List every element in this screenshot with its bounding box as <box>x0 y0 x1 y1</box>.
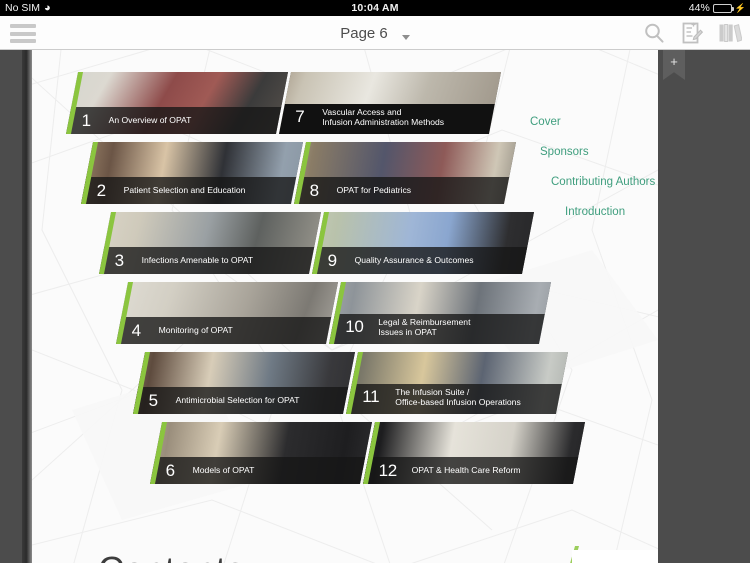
front-matter-link-introduction[interactable]: Introduction <box>565 206 625 218</box>
chapter-caption: 1 An Overview of OPAT <box>69 107 279 134</box>
chapter-title: Infections Amenable to OPAT <box>141 255 254 266</box>
page-indicator[interactable]: Page 6 <box>0 16 750 50</box>
chapter-number: 11 <box>362 387 380 406</box>
ios-status-bar: No SIM ◕ 10:04 AM 44% ⚡ <box>0 0 750 16</box>
sponsor-strip: Sponsored by Allergan <box>452 546 658 563</box>
chapter-tile-4[interactable]: 4 Monitoring of OPAT <box>115 282 339 344</box>
chapter-number: 12 <box>378 460 397 480</box>
notes-icon[interactable] <box>680 21 704 45</box>
chapter-tile-3[interactable]: 3 Infections Amenable to OPAT <box>98 212 322 274</box>
chapter-tile-grid: 1 An Overview of OPAT 7 Vascular Access … <box>32 50 658 563</box>
chapter-title: Patient Selection and Education <box>123 185 246 196</box>
chapter-tile-1[interactable]: 1 An Overview of OPAT <box>65 72 289 134</box>
chapter-title: OPAT for Pediatrics <box>336 185 412 196</box>
chapter-title: OPAT & Health Care Reform <box>411 465 521 476</box>
book-page: 1 An Overview of OPAT 7 Vascular Access … <box>32 50 658 563</box>
chapter-number: 8 <box>309 180 319 200</box>
front-matter-link-sponsors[interactable]: Sponsors <box>540 146 589 158</box>
chapter-tile-10[interactable]: 10 Legal & Reimbursement Issues in OPAT <box>328 282 552 344</box>
search-icon[interactable] <box>642 21 666 45</box>
chapter-number: 3 <box>114 250 124 270</box>
chapter-number: 6 <box>165 460 175 480</box>
chapter-tile-12[interactable]: 12 OPAT & Health Care Reform <box>362 422 586 484</box>
chapter-number: 4 <box>131 320 141 340</box>
page-spine-gutter <box>22 50 32 563</box>
toolbar-actions <box>642 16 742 50</box>
bookmark-add-icon[interactable]: + <box>663 50 685 80</box>
chapter-title: Models of OPAT <box>192 465 255 476</box>
chapter-tile-11[interactable]: 11 The Infusion Suite / Office-based Inf… <box>345 352 569 414</box>
chapter-caption: 4 Monitoring of OPAT <box>119 317 329 344</box>
chapter-caption: 9 Quality Assurance & Outcomes <box>315 247 525 274</box>
chapter-title: Vascular Access and Infusion Administrat… <box>322 106 445 128</box>
chapter-title: An Overview of OPAT <box>108 115 192 126</box>
reader-viewport: + 1 An Overview of OPAT 7 Vascular Acces… <box>0 50 750 563</box>
front-matter-link-cover[interactable]: Cover <box>530 116 561 128</box>
chapter-caption: 5 Antimicrobial Selection for OPAT <box>136 387 346 414</box>
front-matter-link-authors[interactable]: Contributing Authors <box>551 176 655 188</box>
chapter-caption: 6 Models of OPAT <box>153 457 363 484</box>
chapter-caption: 11 The Infusion Suite / Office-based Inf… <box>349 382 559 412</box>
status-right-group: 44% ⚡ <box>689 0 746 16</box>
chevron-down-icon <box>401 34 410 40</box>
page-label: Page 6 <box>340 24 388 42</box>
chapter-tile-2[interactable]: 2 Patient Selection and Education <box>80 142 304 204</box>
chapter-number: 7 <box>295 107 305 126</box>
chapter-tile-5[interactable]: 5 Antimicrobial Selection for OPAT <box>132 352 356 414</box>
battery-icon <box>712 3 734 13</box>
chapter-title: Monitoring of OPAT <box>158 325 233 336</box>
chapter-number: 5 <box>148 390 158 410</box>
chapter-caption: 8 OPAT for Pediatrics <box>297 177 507 204</box>
chapter-number: 10 <box>345 317 364 336</box>
bookmark-plus-glyph: + <box>670 54 678 69</box>
sponsor-logo-plate: Allergan The Medicines Company <box>572 550 658 563</box>
charging-bolt-icon: ⚡ <box>734 3 746 13</box>
library-icon[interactable] <box>718 21 742 45</box>
chapter-tile-6[interactable]: 6 Models of OPAT <box>149 422 373 484</box>
battery-percent-label: 44% <box>688 2 710 14</box>
chapter-title: Quality Assurance & Outcomes <box>354 255 474 266</box>
chapter-caption: 2 Patient Selection and Education <box>84 177 294 204</box>
chapter-tile-9[interactable]: 9 Quality Assurance & Outcomes <box>311 212 535 274</box>
app-toolbar: Page 6 <box>0 16 750 50</box>
chapter-title: Antimicrobial Selection for OPAT <box>175 395 300 406</box>
page-title: Contents <box>98 549 245 563</box>
chapter-tile-7[interactable]: 7 Vascular Access and Infusion Administr… <box>278 72 502 134</box>
chapter-number: 9 <box>327 250 337 270</box>
chapter-caption: 12 OPAT & Health Care Reform <box>366 457 576 484</box>
chapter-title: Legal & Reimbursement Issues in OPAT <box>378 316 471 338</box>
chapter-tile-8[interactable]: 8 OPAT for Pediatrics <box>293 142 517 204</box>
status-clock: 10:04 AM <box>351 2 399 14</box>
chapter-caption: 3 Infections Amenable to OPAT <box>102 247 312 274</box>
chapter-title: The Infusion Suite / Office-based Infusi… <box>395 386 521 408</box>
chapter-caption: 10 Legal & Reimbursement Issues in OPAT <box>332 312 542 342</box>
chapter-caption: 7 Vascular Access and Infusion Administr… <box>282 102 492 132</box>
chapter-number: 2 <box>96 180 106 200</box>
chapter-number: 1 <box>81 110 91 130</box>
